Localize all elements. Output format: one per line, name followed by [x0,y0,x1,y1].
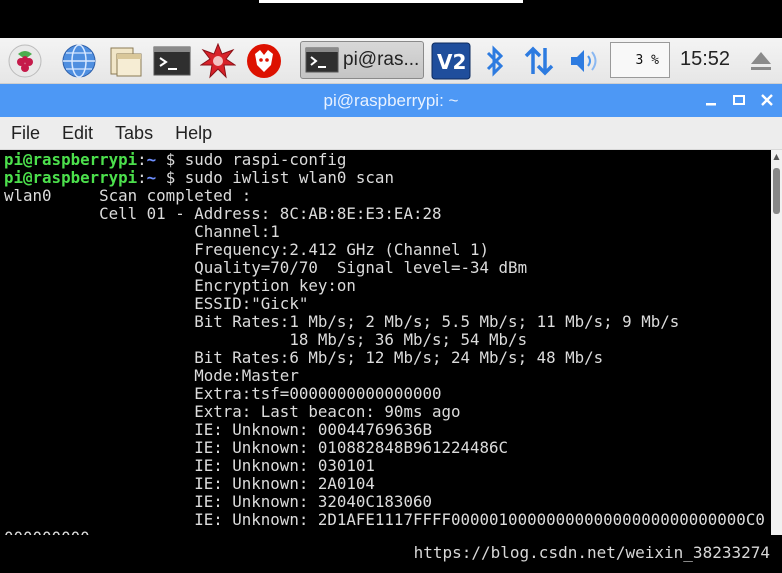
top-black-band [0,0,782,38]
cpu-usage-value: 3 % [635,52,659,68]
taskbar-terminal-task[interactable]: pi@ras... [300,41,424,79]
terminal-scrollbar[interactable]: ▲ [771,150,782,535]
command-text: $ sudo raspi-config [156,150,347,169]
volume-icon[interactable] [566,42,604,80]
eject-icon[interactable] [742,42,780,80]
terminal-output[interactable]: pi@raspberrypi:~ $ sudo raspi-config pi@r… [0,150,771,535]
prompt-path: ~ [146,150,157,169]
svg-text:V2: V2 [437,50,466,74]
terminal-line: Frequency:2.412 GHz (Channel 1) [4,240,490,259]
minimize-button[interactable] [700,89,722,111]
terminal-line: Bit Rates:1 Mb/s; 2 Mb/s; 5.5 Mb/s; 11 M… [4,312,680,331]
prompt-user: pi@raspberrypi [4,168,138,187]
terminal-line: IE: Unknown: 010882848B961224486C [4,438,509,457]
command-text: $ sudo iwlist wlan0 scan [156,168,394,187]
scrollbar-thumb[interactable] [773,168,780,214]
prompt-path: ~ [146,168,157,187]
terminal-icon[interactable] [153,42,191,80]
menubar: File Edit Tabs Help [0,117,782,150]
terminal-line: Cell 01 - Address: 8C:AB:8E:E3:EA:28 [4,204,442,223]
terminal-line: IE: Unknown: 2A0104 [4,474,375,493]
terminal-line: Mode:Master [4,366,299,385]
terminal-line: Bit Rates:6 Mb/s; 12 Mb/s; 24 Mb/s; 48 M… [4,348,604,367]
network-icon[interactable] [520,42,558,80]
taskbar-panel: pi@ras... V2 3 % 15:52 [0,38,782,84]
terminal-line: pi@raspberrypi:~ $ sudo iwlist wlan0 sca… [4,169,394,187]
terminal-line: IE: Unknown: 030101 [4,456,375,475]
prompt-colon: : [137,150,147,169]
close-button[interactable] [756,89,778,111]
bluetooth-icon[interactable] [476,42,514,80]
vnc-icon[interactable]: V2 [430,41,472,81]
menu-file[interactable]: File [0,123,51,144]
terminal-line: Channel:1 [4,222,280,241]
terminal-line: ESSID:"Gick" [4,294,309,313]
window-titlebar[interactable]: pi@raspberrypi: ~ [0,84,782,117]
window-title: pi@raspberrypi: ~ [323,90,459,110]
terminal-line: wlan0 Scan completed : [4,186,252,205]
prompt-colon: : [137,168,147,187]
wolfram-icon[interactable] [245,42,283,80]
web-browser-icon[interactable] [60,42,98,80]
mathematica-icon[interactable] [199,42,237,80]
menu-help[interactable]: Help [164,123,223,144]
terminal-icon [305,47,339,73]
terminal-line: IE: Unknown: 2D1AFE1117FFFF0000010000000… [4,510,765,529]
terminal-line: pi@raspberrypi:~ $ sudo raspi-config [4,151,346,169]
terminal-line: Extra:tsf=0000000000000000 [4,384,442,403]
menu-edit[interactable]: Edit [51,123,104,144]
prompt-user: pi@raspberrypi [4,150,138,169]
cpu-usage-monitor[interactable]: 3 % [610,42,670,78]
maximize-button[interactable] [728,89,750,111]
maximize-icon [733,95,745,105]
top-white-bar [259,0,523,3]
terminal-line: Encryption key:on [4,276,356,295]
task-label: pi@ras... [343,49,420,70]
scroll-up-arrow-icon[interactable]: ▲ [773,153,780,161]
terminal-line: IE: Unknown: 32040C183060 [4,492,432,511]
terminal-line: 18 Mb/s; 36 Mb/s; 54 Mb/s [4,330,528,349]
terminal-line: IE: Unknown: 00044769636B [4,420,432,439]
terminal-line: Extra: Last beacon: 90ms ago [4,402,461,421]
file-manager-icon[interactable] [107,42,145,80]
terminal-line: Quality=70/70 Signal level=-34 dBm [4,258,528,277]
watermark: https://blog.csdn.net/weixin_38233274 [413,543,770,562]
close-icon [761,94,773,106]
minimize-icon [706,103,716,106]
menu-tabs[interactable]: Tabs [104,123,164,144]
clock[interactable]: 15:52 [680,48,730,71]
raspberry-menu-icon[interactable] [6,42,44,80]
